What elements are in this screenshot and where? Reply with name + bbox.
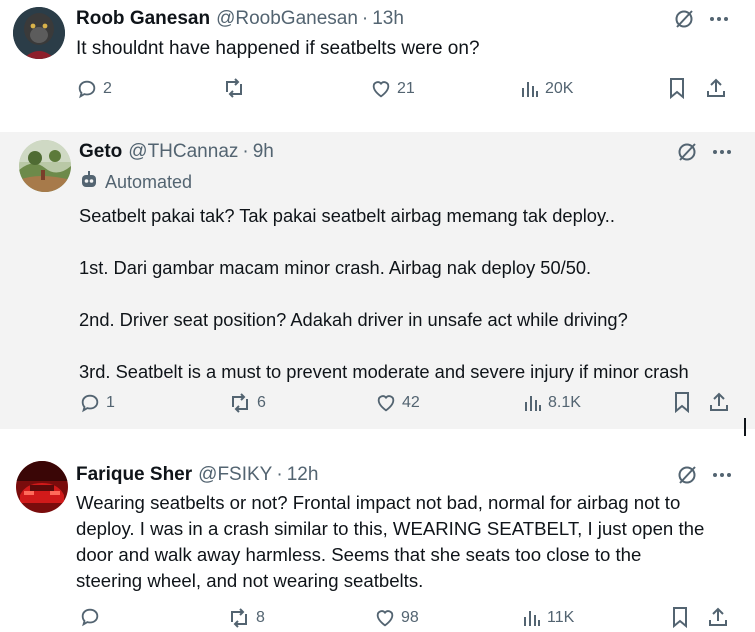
edge-divider	[744, 418, 746, 436]
display-name[interactable]: Geto	[79, 140, 122, 164]
heart-icon	[370, 78, 392, 100]
repost-count: 8	[256, 609, 265, 626]
reply-button[interactable]: 1	[79, 391, 115, 415]
views-button[interactable]: 20K	[520, 77, 573, 101]
share-button[interactable]	[708, 391, 730, 413]
reply-icon	[79, 606, 101, 628]
separator-dot: ·	[361, 8, 369, 29]
like-button[interactable]: 98	[374, 606, 419, 630]
tweet-text: Wearing seatbelts or not? Frontal impact…	[76, 492, 705, 591]
bookmark-button[interactable]	[670, 606, 690, 628]
repost-button[interactable]	[222, 77, 251, 99]
tweet-text: It shouldnt have happened if seatbelts w…	[76, 38, 480, 59]
bot-icon	[79, 170, 99, 195]
reply-icon	[76, 78, 98, 100]
repost-icon	[227, 607, 251, 629]
more-options-icon[interactable]	[712, 465, 732, 485]
timestamp[interactable]: 13h	[372, 7, 404, 31]
repost-count: 6	[257, 394, 266, 411]
avatar[interactable]	[16, 461, 68, 513]
share-button[interactable]	[705, 77, 727, 99]
like-button[interactable]: 42	[375, 391, 420, 415]
automated-label: Automated	[79, 170, 192, 195]
reply-count: 1	[106, 394, 115, 411]
heart-icon	[374, 607, 396, 629]
bookmark-icon	[670, 606, 690, 628]
avatar[interactable]	[19, 140, 71, 192]
grok-icon[interactable]	[673, 8, 695, 30]
automated-text: Automated	[105, 172, 193, 192]
views-button[interactable]: 8.1K	[523, 391, 581, 415]
reply-button[interactable]	[79, 606, 106, 628]
views-count: 8.1K	[548, 394, 581, 411]
repost-icon	[228, 392, 252, 414]
bookmark-button[interactable]	[667, 77, 687, 99]
timestamp[interactable]: 9h	[253, 140, 274, 164]
heart-icon	[375, 392, 397, 414]
tweet-3[interactable]: Farique Sher @FSIKY · 12h Wearing seatbe…	[0, 455, 755, 632]
like-button[interactable]: 21	[370, 77, 415, 101]
share-icon	[708, 391, 730, 413]
bookmark-icon	[667, 77, 687, 99]
views-button[interactable]: 11K	[522, 606, 574, 630]
bookmark-button[interactable]	[672, 391, 692, 413]
views-count: 11K	[547, 609, 575, 626]
share-icon	[705, 77, 727, 99]
display-name[interactable]: Farique Sher	[76, 463, 192, 487]
share-icon	[707, 606, 729, 628]
tweet-text: Seatbelt pakai tak? Tak pakai seatbelt a…	[79, 205, 689, 382]
user-handle[interactable]: @RoobGanesan	[216, 7, 358, 31]
grok-icon[interactable]	[676, 464, 698, 486]
more-options-icon[interactable]	[712, 142, 732, 162]
display-name[interactable]: Roob Ganesan	[76, 7, 210, 31]
tweet-1[interactable]: Roob Ganesan @RoobGanesan · 13h It shoul…	[0, 0, 755, 118]
reply-count: 2	[103, 80, 112, 97]
user-handle[interactable]: @FSIKY	[198, 463, 272, 487]
avatar[interactable]	[13, 7, 65, 59]
views-icon	[523, 393, 543, 413]
repost-icon	[222, 77, 246, 99]
share-button[interactable]	[707, 606, 729, 628]
reply-icon	[79, 392, 101, 414]
views-icon	[522, 608, 542, 628]
tweet-2[interactable]: Geto @THCannaz · 9h Automated Seatbelt p…	[0, 132, 755, 429]
separator-dot: ·	[242, 141, 249, 162]
user-handle[interactable]: @THCannaz	[128, 140, 238, 164]
separator-dot: ·	[276, 464, 283, 485]
more-options-icon[interactable]	[709, 9, 729, 29]
grok-icon[interactable]	[676, 141, 698, 163]
like-count: 42	[402, 394, 420, 411]
reply-button[interactable]: 2	[76, 77, 112, 101]
views-icon	[520, 79, 540, 99]
like-count: 98	[401, 609, 419, 626]
like-count: 21	[397, 80, 415, 97]
timestamp[interactable]: 12h	[287, 463, 319, 487]
repost-button[interactable]: 8	[227, 606, 265, 630]
repost-button[interactable]: 6	[228, 391, 266, 415]
views-count: 20K	[545, 80, 574, 97]
bookmark-icon	[672, 391, 692, 413]
